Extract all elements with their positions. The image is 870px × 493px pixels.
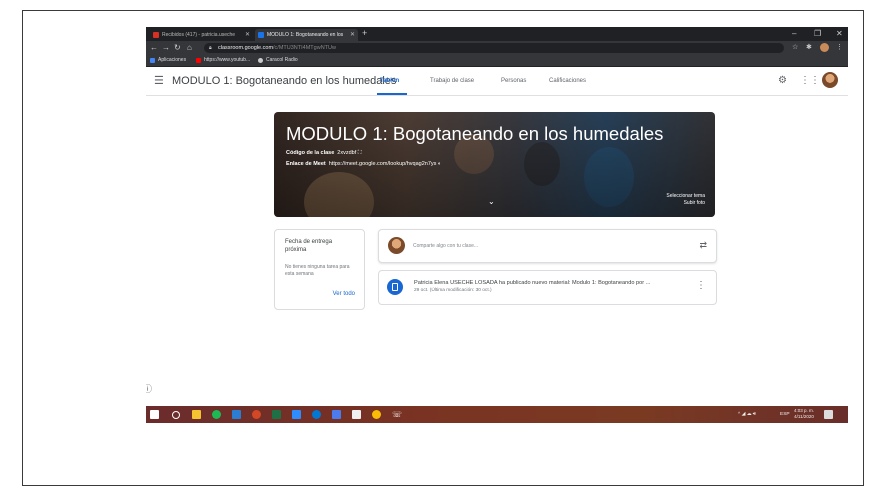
help-icon[interactable]: ⓘ	[146, 384, 152, 394]
tab-label: Recibidos (417) - patricia.useche	[162, 32, 236, 38]
windows-taskbar: ☏ ^ ◢ ☁ 🔊︎ ESP 4:03 p. m. 4/11/2020	[146, 406, 848, 423]
menu-dots-icon[interactable]: ⋮	[836, 43, 843, 53]
bookmark-caracol[interactable]: Caracol Radio	[258, 55, 298, 66]
spotify-icon[interactable]	[212, 410, 221, 419]
windows-start-icon[interactable]	[150, 410, 159, 419]
language-indicator[interactable]: ESP	[780, 406, 790, 423]
class-title[interactable]: MODULO 1: Bogotaneando en los humedales	[172, 74, 396, 88]
view-all-link[interactable]: Ver todo	[333, 290, 355, 298]
bookmarks-bar: Aplicaciones https://www.youtub... Carac…	[146, 55, 848, 67]
upload-photo-link[interactable]: Subir foto	[684, 200, 705, 207]
tray-icons[interactable]: ^ ◢ ☁ 🔊︎	[738, 406, 756, 423]
notes-icon[interactable]	[352, 410, 361, 419]
fullscreen-icon[interactable]: ⛶	[358, 150, 362, 156]
notification-icon[interactable]	[824, 410, 833, 419]
new-tab-button[interactable]: +	[362, 28, 367, 38]
home-icon[interactable]: ⌂	[187, 42, 192, 54]
tab-personas[interactable]: Personas	[501, 77, 526, 85]
active-tab-indicator	[377, 93, 407, 95]
share-placeholder: Comparte algo con tu clase...	[413, 243, 479, 249]
video-camera-icon[interactable]: ◐	[438, 161, 441, 167]
material-icon	[387, 279, 403, 295]
more-options-icon[interactable]: ⋮	[696, 280, 706, 292]
zoom-icon[interactable]	[292, 410, 301, 419]
browser-tab-bar: Recibidos (417) - patricia.useche ✕ MODU…	[146, 27, 848, 41]
user-avatar[interactable]	[822, 72, 838, 88]
repost-icon[interactable]: ⇄	[699, 239, 707, 251]
upcoming-card: Fecha de entrega próxima No tienes ningu…	[274, 229, 365, 310]
bookmark-youtube[interactable]: https://www.youtub...	[196, 55, 250, 66]
post-date: 29 oct. (Última modificación: 30 oct.)	[414, 288, 492, 293]
share-box[interactable]: Comparte algo con tu clase... ⇄	[378, 229, 717, 263]
chevron-down-icon[interactable]: ⌄	[488, 197, 495, 206]
reload-icon[interactable]: ↻	[174, 42, 181, 54]
taskbar-clock[interactable]: 4:03 p. m. 4/11/2020	[794, 408, 814, 420]
tab-trabajo-de-clase[interactable]: Trabajo de clase	[430, 77, 474, 85]
classroom-header: ☰ MODULO 1: Bogotaneando en los humedale…	[146, 67, 848, 96]
excel-icon[interactable]	[272, 410, 281, 419]
close-icon[interactable]: ✕	[245, 29, 250, 41]
tab-tablon[interactable]: Tablón	[380, 77, 399, 85]
tab-calificaciones[interactable]: Calificaciones	[549, 77, 586, 85]
bookmark-apps[interactable]: Aplicaciones	[150, 55, 186, 66]
chrome-icon[interactable]	[372, 410, 381, 419]
upcoming-empty-text: No tienes ninguna tarea para esta semana	[285, 264, 350, 277]
youtube-icon	[196, 58, 201, 63]
select-theme-link[interactable]: Seleccionar tema	[666, 193, 705, 200]
banner-title: MODULO 1: Bogotaneando en los humedales	[286, 123, 664, 144]
close-icon[interactable]: ✕	[350, 29, 355, 41]
desktop-screen: Recibidos (417) - patricia.useche ✕ MODU…	[146, 27, 848, 427]
browser-tab-classroom[interactable]: MODULO 1: Bogotaneando en los ✕	[255, 29, 358, 41]
edge-icon[interactable]	[312, 410, 321, 419]
address-bar[interactable]: 🔒︎ classroom.google.com/c/MTU3NTI4MTgwNT…	[204, 43, 784, 53]
maximize-button[interactable]: ❐	[814, 27, 821, 41]
lock-icon: 🔒︎	[209, 45, 212, 51]
file-explorer-icon[interactable]	[192, 410, 201, 419]
browser-tab-gmail[interactable]: Recibidos (417) - patricia.useche ✕	[150, 29, 253, 41]
upcoming-title: Fecha de entrega próxima	[285, 239, 333, 253]
browser-toolbar: ← → ↻ ⌂ 🔒︎ classroom.google.com/c/MTU3NT…	[146, 41, 848, 55]
star-icon[interactable]: ☆	[792, 43, 798, 53]
phone-icon[interactable]: ☏	[392, 410, 402, 419]
hamburger-menu-icon[interactable]: ☰	[154, 75, 164, 87]
forward-arrow-icon[interactable]: →	[162, 42, 170, 54]
post-text[interactable]: Patricia Elena USECHE LOSADA ha publicad…	[414, 279, 650, 287]
tab-label: MODULO 1: Bogotaneando en los	[267, 32, 344, 38]
meet-link[interactable]: Enlace de Meet https://meet.google.com/lo…	[286, 160, 441, 168]
extension-icon[interactable]: ✱	[806, 43, 812, 53]
word-icon[interactable]	[232, 410, 241, 419]
stream-post[interactable]: Patricia Elena USECHE LOSADA ha publicad…	[378, 270, 717, 305]
url-text: classroom.google.com/c/MTU3NTI4MTgwNTUw	[218, 45, 336, 51]
apps-grid-icon	[150, 58, 155, 63]
minimize-button[interactable]: –	[792, 27, 796, 41]
back-arrow-icon[interactable]: ←	[150, 42, 158, 54]
profile-avatar[interactable]	[820, 43, 829, 52]
class-code[interactable]: Código de la clase 2xvzdbf ⛶	[286, 149, 362, 157]
class-banner: MODULO 1: Bogotaneando en los humedales …	[274, 112, 715, 217]
caracol-icon	[258, 58, 263, 63]
gear-icon[interactable]: ⚙	[778, 75, 787, 87]
close-window-button[interactable]: ✕	[836, 27, 843, 41]
classroom-icon	[258, 32, 264, 38]
user-avatar	[388, 237, 405, 254]
powerpoint-icon[interactable]	[252, 410, 261, 419]
search-icon[interactable]	[172, 411, 180, 419]
teams-icon[interactable]	[332, 410, 341, 419]
gmail-icon	[153, 32, 159, 38]
